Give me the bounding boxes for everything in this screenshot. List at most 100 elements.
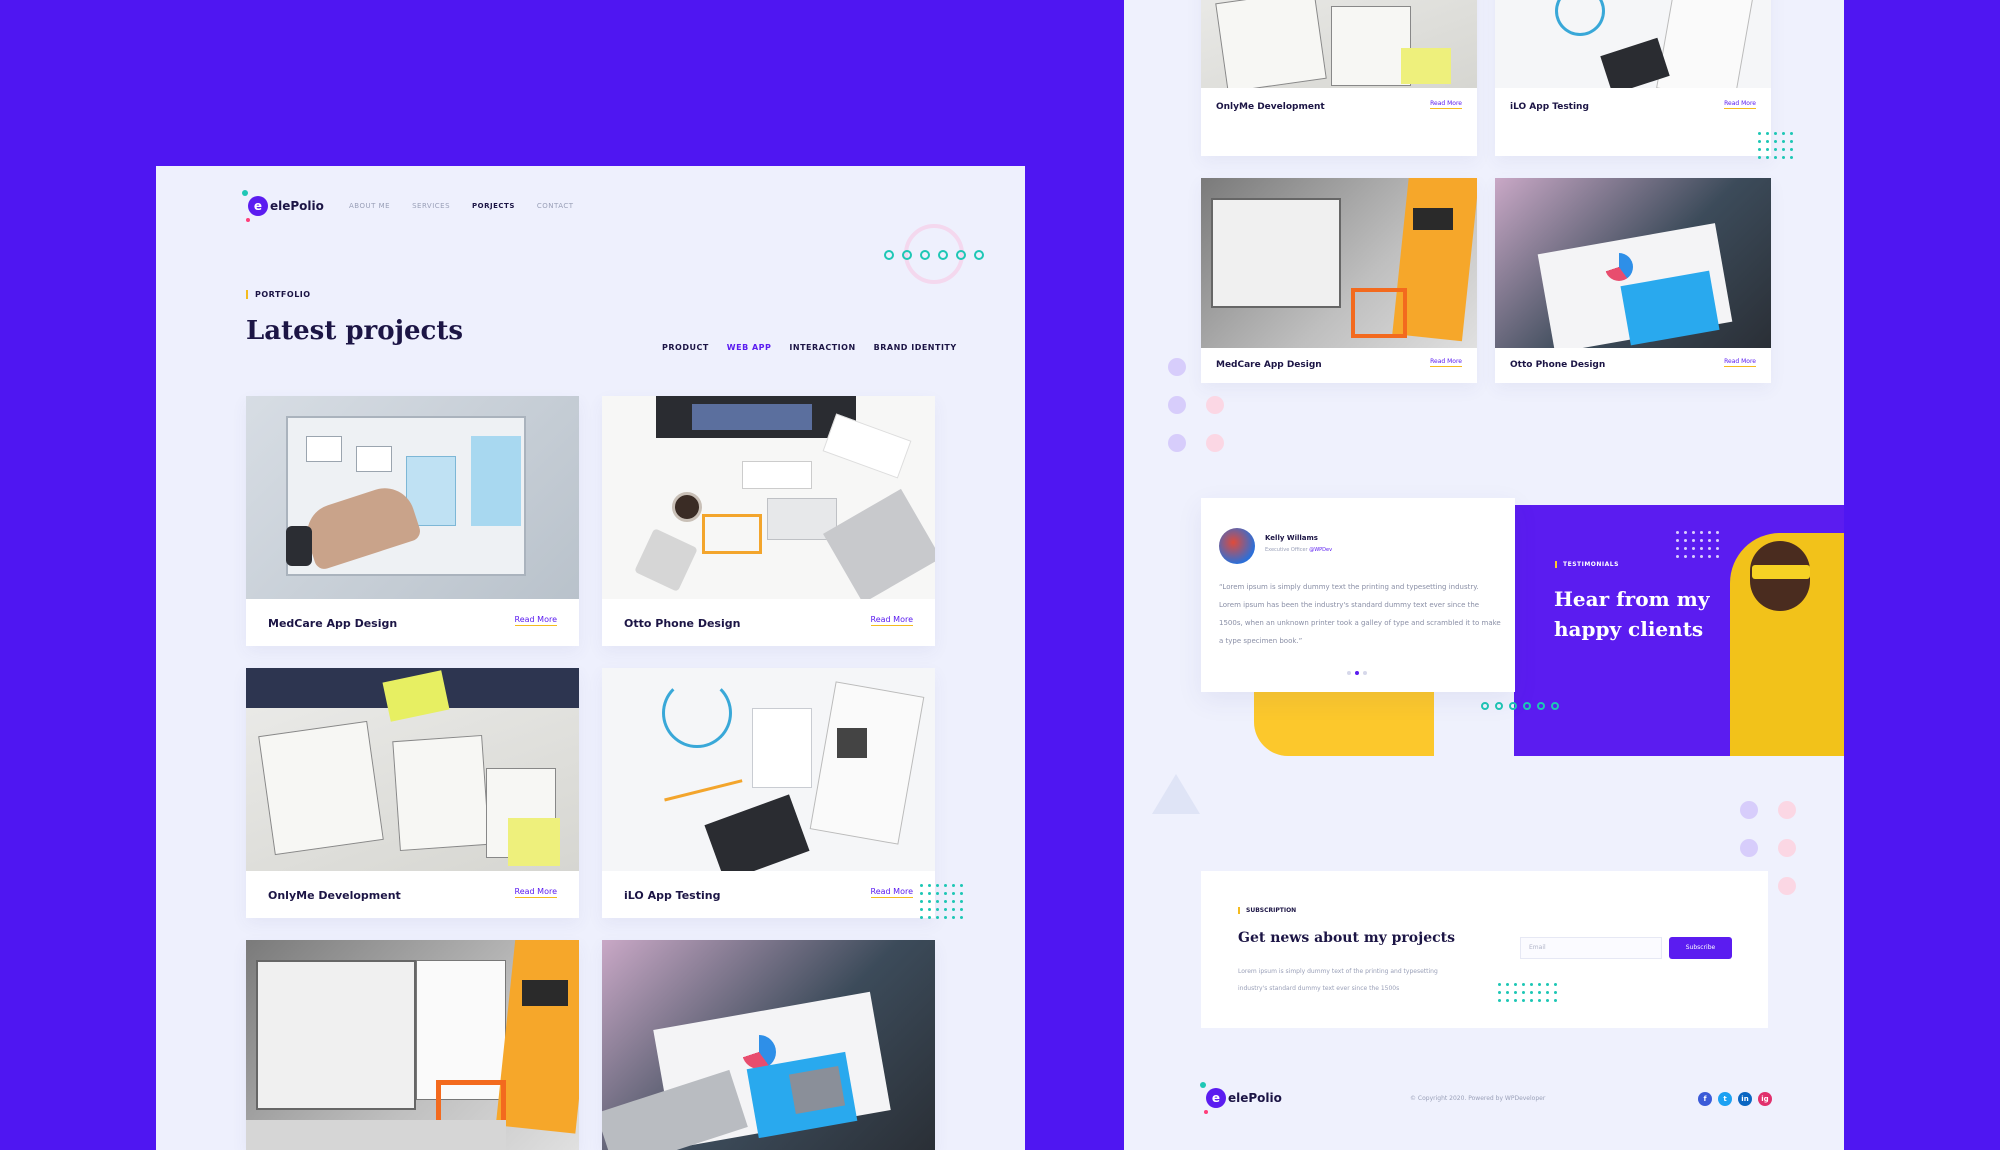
testimonial-author: Kelly Willams bbox=[1265, 534, 1318, 542]
subscription-tag: SUBSCRIPTION bbox=[1238, 907, 1296, 914]
copyright-text: © Copyright 2020. Powered by WPDeveloper bbox=[1410, 1095, 1546, 1102]
dot-grid-decoration bbox=[920, 884, 963, 919]
logo-text: elePolio bbox=[270, 199, 324, 213]
carousel-dot-active[interactable] bbox=[1355, 671, 1359, 675]
author-title: Executive Officer bbox=[1265, 547, 1308, 553]
project-image-ilo[interactable] bbox=[1495, 0, 1771, 88]
circle-decoration bbox=[1206, 396, 1224, 414]
read-more-link[interactable]: Read More bbox=[1430, 358, 1462, 367]
project-card-onlyme[interactable]: OnlyMe Development Read More bbox=[1201, 0, 1477, 156]
project-image-medcare[interactable] bbox=[1201, 178, 1477, 348]
circle-decoration bbox=[1778, 877, 1796, 895]
nav-item-about[interactable]: ABOUT ME bbox=[349, 202, 390, 210]
testimonials-tag: TESTIMONIALS bbox=[1555, 561, 1619, 568]
read-more-link[interactable]: Read More bbox=[1430, 100, 1462, 109]
author-handle[interactable]: @WPDev bbox=[1309, 547, 1332, 553]
filter-product[interactable]: PRODUCT bbox=[662, 343, 709, 352]
subscription-card: SUBSCRIPTION Get news about my projects … bbox=[1201, 871, 1768, 1028]
project-card-ilo[interactable]: iLO App Testing Read More bbox=[602, 668, 935, 918]
dot-row-decoration bbox=[1481, 702, 1559, 710]
read-more-link[interactable]: Read More bbox=[870, 615, 913, 626]
read-more-link[interactable]: Read More bbox=[514, 887, 557, 898]
project-title: iLO App Testing bbox=[1510, 102, 1589, 112]
circle-decoration bbox=[1740, 839, 1758, 857]
dot-grid-decoration bbox=[1676, 531, 1719, 558]
linkedin-icon[interactable]: in bbox=[1738, 1092, 1752, 1106]
project-title: OnlyMe Development bbox=[268, 889, 401, 902]
nav-item-services[interactable]: SERVICES bbox=[412, 202, 450, 210]
footer-logo[interactable]: e elePolio bbox=[1200, 1082, 1282, 1114]
main-nav: ABOUT ME SERVICES PORJECTS CONTACT bbox=[349, 202, 574, 210]
email-field[interactable]: Email bbox=[1520, 937, 1662, 959]
project-card-ilo[interactable]: iLO App Testing Read More bbox=[1495, 0, 1771, 156]
project-card-analytics[interactable] bbox=[602, 940, 935, 1150]
social-links: f t in ig bbox=[1698, 1092, 1772, 1106]
project-title: Otto Phone Design bbox=[624, 617, 741, 630]
testimonial-card: Kelly Willams Executive Officer @WPDev “… bbox=[1201, 498, 1515, 692]
circle-decoration bbox=[1168, 396, 1186, 414]
project-image-onlyme[interactable] bbox=[1201, 0, 1477, 88]
project-image-analytics[interactable] bbox=[602, 940, 935, 1150]
avatar bbox=[1219, 528, 1255, 564]
twitter-icon[interactable]: t bbox=[1718, 1092, 1732, 1106]
testimonial-accent-shape bbox=[1254, 690, 1434, 756]
dot-grid-decoration bbox=[1758, 132, 1793, 159]
circle-decoration bbox=[1778, 839, 1796, 857]
portfolio-page-left: e elePolio ABOUT ME SERVICES PORJECTS CO… bbox=[156, 166, 1025, 1150]
project-title: iLO App Testing bbox=[624, 889, 721, 902]
dot-row-decoration bbox=[884, 250, 984, 260]
brand-logo[interactable]: e elePolio bbox=[242, 190, 324, 222]
filter-interaction[interactable]: INTERACTION bbox=[789, 343, 855, 352]
carousel-dot[interactable] bbox=[1347, 671, 1351, 675]
project-title: Otto Phone Design bbox=[1510, 360, 1606, 370]
project-card-otto[interactable]: Otto Phone Design Read More bbox=[602, 396, 935, 646]
subscription-text: Lorem ipsum is simply dummy text of the … bbox=[1238, 968, 1438, 992]
filter-web-app[interactable]: WEB APP bbox=[727, 343, 772, 352]
project-image-medcare[interactable] bbox=[246, 396, 579, 599]
circle-decoration bbox=[1168, 434, 1186, 452]
read-more-link[interactable]: Read More bbox=[1724, 100, 1756, 109]
project-card-ux-store[interactable] bbox=[246, 940, 579, 1150]
subscription-title: Get news about my projects bbox=[1238, 930, 1455, 946]
carousel-dot[interactable] bbox=[1363, 671, 1367, 675]
project-image-onlyme[interactable] bbox=[246, 668, 579, 871]
testimonial-role: Executive Officer @WPDev bbox=[1265, 547, 1332, 553]
read-more-link[interactable]: Read More bbox=[1724, 358, 1756, 367]
circle-decoration bbox=[1168, 358, 1186, 376]
portfolio-tag: PORTFOLIO bbox=[246, 290, 311, 299]
subscribe-button[interactable]: Subscribe bbox=[1669, 937, 1732, 959]
project-title: MedCare App Design bbox=[1216, 360, 1322, 370]
testimonials-title: Hear from my happy clients bbox=[1554, 587, 1710, 641]
read-more-link[interactable]: Read More bbox=[514, 615, 557, 626]
sunglasses-icon bbox=[1752, 565, 1810, 579]
nav-item-projects[interactable]: PORJECTS bbox=[472, 202, 515, 210]
project-image-ilo[interactable] bbox=[602, 668, 935, 871]
project-filters: PRODUCT WEB APP INTERACTION BRAND IDENTI… bbox=[662, 343, 957, 352]
logo-text: elePolio bbox=[1228, 1091, 1282, 1105]
project-card-otto[interactable]: Otto Phone Design Read More bbox=[1495, 178, 1771, 383]
dot-grid-decoration bbox=[1498, 983, 1557, 1002]
carousel-dots bbox=[1347, 671, 1367, 675]
triangle-decoration bbox=[1152, 774, 1200, 814]
circle-decoration bbox=[1206, 434, 1224, 452]
project-title: OnlyMe Development bbox=[1216, 102, 1325, 112]
logo-mark: e bbox=[242, 190, 268, 222]
circle-decoration bbox=[1778, 801, 1796, 819]
project-card-medcare[interactable]: MedCare App Design Read More bbox=[246, 396, 579, 646]
nav-item-contact[interactable]: CONTACT bbox=[537, 202, 574, 210]
project-card-onlyme[interactable]: OnlyMe Development Read More bbox=[246, 668, 579, 918]
logo-mark: e bbox=[1200, 1082, 1226, 1114]
facebook-icon[interactable]: f bbox=[1698, 1092, 1712, 1106]
page-title: Latest projects bbox=[246, 316, 464, 346]
instagram-icon[interactable]: ig bbox=[1758, 1092, 1772, 1106]
project-image-otto[interactable] bbox=[602, 396, 935, 599]
filter-brand-identity[interactable]: BRAND IDENTITY bbox=[874, 343, 957, 352]
circle-decoration bbox=[1740, 801, 1758, 819]
project-card-medcare[interactable]: MedCare App Design Read More bbox=[1201, 178, 1477, 383]
read-more-link[interactable]: Read More bbox=[870, 887, 913, 898]
project-title: MedCare App Design bbox=[268, 617, 398, 630]
portfolio-page-right: OnlyMe Development Read More iLO App Tes… bbox=[1124, 0, 1844, 1150]
testimonial-quote: “Lorem ipsum is simply dummy text the pr… bbox=[1219, 583, 1501, 645]
project-image-otto[interactable] bbox=[1495, 178, 1771, 348]
project-image-ux-store[interactable] bbox=[246, 940, 579, 1150]
